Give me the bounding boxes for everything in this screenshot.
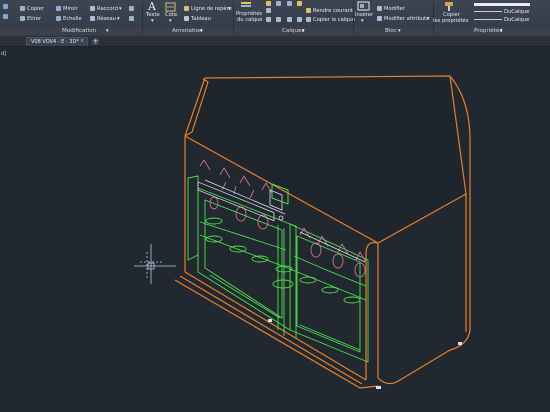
crosshair-cursor bbox=[134, 244, 176, 284]
ligne-repere-dropdown[interactable]: ▾ bbox=[228, 6, 231, 12]
layer-freeze-icon[interactable] bbox=[276, 1, 281, 6]
echelle-button[interactable]: Echelle bbox=[63, 16, 82, 22]
svg-text:A: A bbox=[147, 1, 157, 11]
panel-separator bbox=[353, 2, 354, 34]
linetype-line-icon bbox=[474, 11, 502, 12]
close-tab-icon[interactable]: × bbox=[80, 37, 84, 46]
copier-calque-button[interactable]: Copier le calque bbox=[313, 17, 355, 23]
leader-icon[interactable] bbox=[184, 6, 189, 11]
layer-match-icon[interactable] bbox=[266, 8, 271, 13]
inserer-button[interactable]: Insérer bbox=[355, 12, 373, 18]
dimension-icon[interactable] bbox=[165, 2, 176, 12]
layer-on-icon[interactable] bbox=[266, 1, 271, 6]
panel-title-calques[interactable]: Calques bbox=[282, 27, 304, 35]
modifier-button[interactable]: Modifier bbox=[384, 6, 405, 12]
layer-walk-icon[interactable] bbox=[287, 17, 292, 22]
lineweight-dropdown[interactable]: DuCalque bbox=[504, 17, 529, 23]
fillet-icon[interactable] bbox=[90, 6, 95, 11]
mirror-icon[interactable] bbox=[56, 6, 61, 11]
texte-dropdown[interactable]: ▾ bbox=[151, 18, 154, 24]
layer-unisolate-icon[interactable] bbox=[276, 17, 281, 22]
bloc-panel-dropdown[interactable]: ▾ bbox=[398, 28, 401, 34]
control-knob bbox=[278, 215, 284, 221]
reseau-dropdown[interactable]: ▾ bbox=[117, 16, 120, 22]
calques-panel-dropdown[interactable]: ▾ bbox=[302, 28, 305, 34]
cabinet-feet bbox=[268, 319, 462, 389]
offset-icon[interactable] bbox=[129, 6, 134, 11]
scale-icon[interactable] bbox=[56, 16, 61, 21]
modification-panel-dropdown[interactable]: ▾ bbox=[106, 28, 109, 34]
tray-rings bbox=[205, 217, 361, 304]
document-tab[interactable]: V08 VOV4 - E - 3D* bbox=[26, 37, 88, 46]
erase-icon[interactable] bbox=[129, 16, 134, 21]
drawing-viewport[interactable] bbox=[0, 47, 550, 412]
new-tab-button[interactable]: + bbox=[92, 38, 99, 45]
stretch-tool-icon[interactable] bbox=[20, 16, 25, 21]
cabinet-outline bbox=[174, 75, 471, 389]
array-icon[interactable] bbox=[90, 16, 95, 21]
copier-button[interactable]: Copier bbox=[27, 6, 44, 12]
proprietes-calque-line2[interactable]: du calque bbox=[237, 17, 262, 23]
panel-separator bbox=[233, 2, 234, 34]
tableau-button[interactable]: Tableau bbox=[191, 16, 211, 22]
viewport-label[interactable]: d] bbox=[1, 51, 6, 57]
rendre-courant-button[interactable]: Rendre courant bbox=[313, 8, 353, 14]
panel-title-modification[interactable]: Modification bbox=[62, 27, 96, 35]
panel-title-bloc[interactable]: Bloc bbox=[385, 27, 397, 35]
table-icon[interactable] bbox=[184, 16, 189, 21]
make-current-icon[interactable] bbox=[306, 8, 311, 13]
edit-attributes-icon[interactable] bbox=[377, 16, 382, 21]
annotation-panel-dropdown[interactable]: ▾ bbox=[200, 28, 203, 34]
ligne-repere-button[interactable]: Ligne de repère bbox=[191, 6, 232, 12]
move-icon[interactable] bbox=[3, 4, 8, 9]
panel-title-annotation[interactable]: Annotation bbox=[172, 27, 203, 35]
layer-lock-icon[interactable] bbox=[287, 1, 292, 6]
edit-block-icon[interactable] bbox=[377, 6, 382, 11]
layer-isolate-icon[interactable] bbox=[266, 17, 271, 22]
etirer-button[interactable]: Etirer bbox=[27, 16, 41, 22]
panel-separator bbox=[142, 2, 143, 34]
lineweight-line-icon bbox=[474, 19, 502, 20]
modifier-attributs-button[interactable]: Modifier attributs bbox=[384, 16, 429, 22]
linetype-dropdown[interactable]: DuCalque bbox=[504, 9, 529, 15]
cote-dropdown[interactable]: ▾ bbox=[169, 18, 172, 24]
cabinet-3d-model bbox=[134, 75, 471, 389]
stretch-icon[interactable] bbox=[3, 14, 8, 19]
text-icon[interactable]: A bbox=[147, 1, 159, 11]
raccord-dropdown[interactable]: ▾ bbox=[119, 6, 122, 12]
copier-proprietes-line2[interactable]: les propriétés bbox=[433, 18, 468, 24]
raccord-button[interactable]: Raccord bbox=[97, 6, 118, 12]
color-dropdown[interactable] bbox=[474, 3, 530, 6]
copy-layer-icon[interactable] bbox=[306, 17, 311, 22]
inserer-dropdown[interactable]: ▾ bbox=[361, 18, 364, 24]
panel-title-proprietes[interactable]: Propriétés bbox=[474, 27, 502, 35]
proprietes-panel-dropdown[interactable]: ▾ bbox=[500, 28, 503, 34]
match-properties-icon[interactable] bbox=[443, 1, 455, 11]
reseau-button[interactable]: Réseau bbox=[97, 16, 116, 22]
layer-color-icon[interactable] bbox=[297, 1, 302, 6]
miroir-button[interactable]: Miroir bbox=[63, 6, 78, 12]
insert-block-icon[interactable] bbox=[357, 1, 370, 11]
copy-icon[interactable] bbox=[20, 6, 25, 11]
modifier-attributs-dropdown[interactable]: ▾ bbox=[427, 16, 430, 22]
layer-properties-icon[interactable] bbox=[240, 1, 252, 9]
layer-merge-icon[interactable] bbox=[297, 17, 302, 22]
